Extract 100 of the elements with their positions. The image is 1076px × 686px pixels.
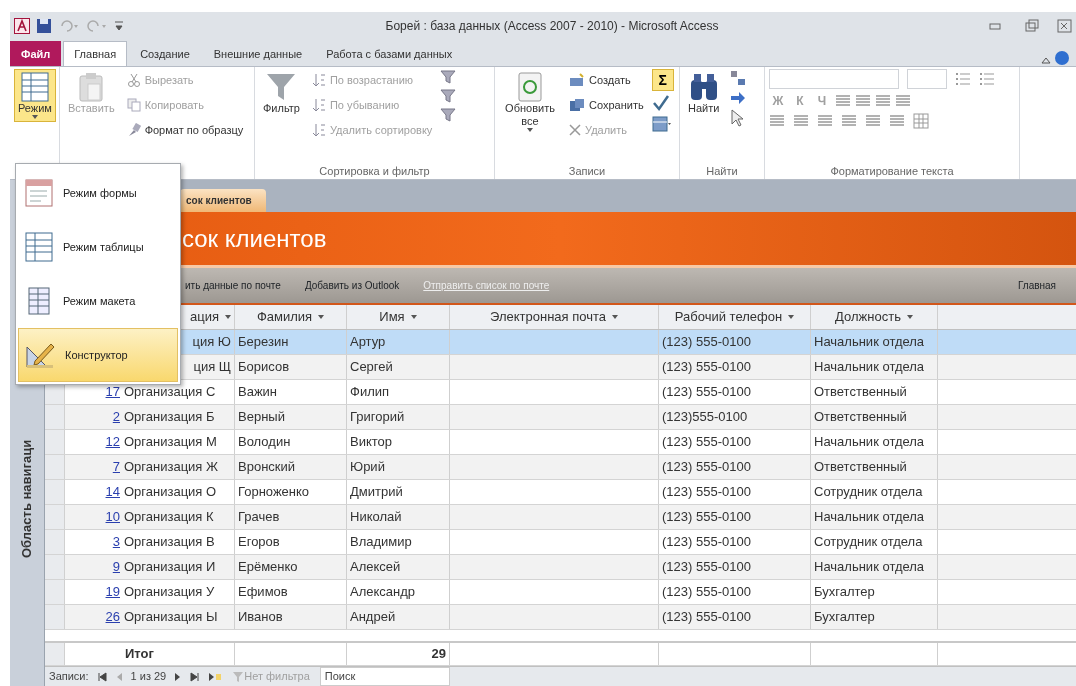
totals-button[interactable]: Σ [651, 69, 674, 91]
table-cell: Горноженко [235, 480, 347, 504]
scissors-icon [126, 73, 141, 87]
record-selector[interactable] [45, 405, 65, 429]
ribbon-button[interactable]: Сохранить [567, 94, 646, 116]
group-label: Найти [705, 164, 739, 179]
column-header[interactable]: Имя [347, 305, 450, 329]
table-row[interactable]: 9 Организация И Ерёменко Алексей (123) 555-0100 Начальник отдела [45, 555, 1076, 580]
record-selector[interactable] [45, 430, 65, 454]
column-header[interactable]: Рабочий телефон [659, 305, 811, 329]
spelling-check-icon[interactable] [651, 94, 670, 112]
ribbon-button[interactable]: Найти [684, 69, 724, 119]
table-cell: Начальник отдела [811, 430, 938, 454]
bullets-icon[interactable] [955, 71, 971, 87]
ribbon-button[interactable]: Обновить все [499, 69, 561, 136]
table-row[interactable]: 26 Организация Ы Иванов Андрей (123) 555-0100 Бухгалтер [45, 605, 1076, 630]
selection-filter-icon[interactable] [440, 69, 457, 85]
column-header[interactable]: Фамилия [235, 305, 347, 329]
table-cell: Сотрудник отдела [811, 480, 938, 504]
record-selector[interactable] [45, 605, 65, 629]
ribbon-tab[interactable]: Внешние данные [202, 40, 314, 66]
table-row[interactable]: 10 Организация К Грачев Николай (123) 555-0100 Начальник отдела [45, 505, 1076, 530]
record-link[interactable]: 10 [68, 507, 120, 527]
undo-icon[interactable] [58, 19, 80, 33]
table-cell: Артур [347, 330, 450, 354]
form-link[interactable]: Добавить из Outlook [304, 278, 400, 293]
table-cell: Егоров [235, 530, 347, 554]
table-cell-text: Организация О [124, 483, 217, 502]
ribbon-tab[interactable]: Работа с базами данных [315, 40, 464, 66]
record-selector[interactable] [45, 505, 65, 529]
ribbon-button[interactable]: Создать [567, 69, 646, 91]
toggle-filter-icon[interactable] [440, 107, 457, 123]
table-cell: Важин [235, 380, 347, 404]
menu-item[interactable]: Конструктор [18, 328, 178, 382]
table-cell-text: Организация Ы [124, 608, 218, 627]
table-cell: Григорий [347, 405, 450, 429]
redo-icon[interactable] [86, 19, 108, 33]
document-tab[interactable]: сок клиентов [180, 189, 266, 212]
sort-descending-icon [311, 98, 326, 112]
search-field[interactable]: Поиск [319, 667, 450, 686]
gridlines-icon[interactable] [913, 113, 929, 129]
record-link[interactable]: 9 [68, 557, 120, 577]
record-selector[interactable] [45, 643, 65, 665]
form-title: сок клиентов [182, 223, 327, 254]
record-link[interactable]: 3 [68, 532, 120, 552]
font-size-field[interactable] [907, 69, 947, 89]
customize-icon[interactable] [114, 19, 124, 33]
arrow-right-icon[interactable] [729, 90, 748, 106]
table-cell: Борисов [235, 355, 347, 379]
column-header[interactable]: Должность [811, 305, 938, 329]
record-link[interactable]: 17 [68, 382, 120, 402]
advanced-filter-icon[interactable] [440, 88, 457, 104]
record-link[interactable]: 26 [68, 607, 120, 627]
save-icon[interactable] [36, 18, 52, 34]
view-button[interactable]: Режим [14, 69, 56, 123]
cursor-icon[interactable] [729, 109, 746, 127]
table-cell-text: ция Ю [192, 333, 231, 352]
record-link[interactable]: 12 [68, 432, 120, 452]
new-record-icon[interactable] [208, 671, 223, 682]
caret-icon [31, 115, 38, 120]
table-cell: (123) 555-0100 [659, 380, 811, 404]
caret-icon [318, 315, 325, 319]
table-cell: Ответственный [811, 455, 938, 479]
table-cell: Ефимов [235, 580, 347, 604]
record-link[interactable]: 2 [68, 407, 120, 427]
table-cell: Андрей [347, 605, 450, 629]
column-header[interactable]: Электронная почта [450, 305, 659, 329]
ribbon-tab[interactable]: Создание [129, 40, 201, 66]
record-selector[interactable] [45, 580, 65, 604]
record-selector[interactable] [45, 530, 65, 554]
last-record-icon[interactable] [190, 671, 201, 682]
ribbon-tab[interactable]: Главная [63, 40, 128, 66]
more-icon[interactable] [651, 115, 672, 133]
status-label: Записи: [49, 669, 89, 685]
home-link[interactable]: Главная [1017, 278, 1056, 293]
help-icon[interactable] [1054, 50, 1070, 66]
funnel-icon [266, 72, 297, 102]
record-link[interactable]: 7 [68, 457, 120, 477]
record-link[interactable]: 19 [68, 582, 120, 602]
table-cell: (123) 555-0100 [659, 555, 811, 579]
record-link[interactable]: 14 [68, 482, 120, 502]
record-selector[interactable] [45, 555, 65, 579]
file-tab[interactable]: Файл [10, 40, 62, 66]
numbering-icon[interactable] [979, 71, 995, 87]
table-row[interactable]: 2 Организация Б Верный Григорий (123)555-0100 Ответственный [45, 405, 1076, 430]
record-selector[interactable] [45, 455, 65, 479]
record-position[interactable]: 1 из 29 [130, 668, 167, 685]
table-cell: Владимир [347, 530, 450, 554]
ribbon-button[interactable]: Фильтр [259, 69, 304, 119]
form-link[interactable]: ить данные по почте [185, 278, 281, 293]
window-title: Борей : база данных (Access 2007 - 2010) - Microsoft Access [384, 18, 720, 35]
group-label: Записи [567, 164, 607, 179]
table-row[interactable]: 7 Организация Ж Вронский Юрий (123) 555-0100 Ответственный [45, 455, 1076, 480]
table-cell: Сергей [347, 355, 450, 379]
font-name-field[interactable] [769, 69, 899, 89]
ribbon-button[interactable]: Формат по образцу [124, 119, 246, 141]
table-cell: Володин [235, 430, 347, 454]
record-selector[interactable] [45, 480, 65, 504]
table-cell: Виктор [347, 430, 450, 454]
first-record-icon[interactable] [96, 671, 107, 682]
